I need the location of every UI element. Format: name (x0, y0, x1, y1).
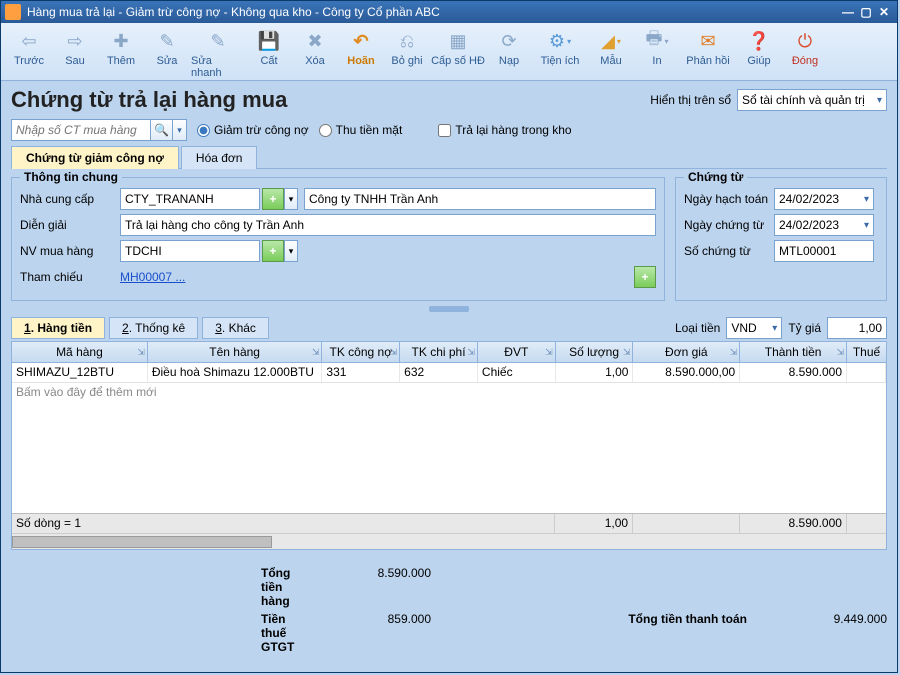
display-on-label: Hiển thị trên sổ (650, 93, 731, 107)
supplier-label: Nhà cung cấp (20, 192, 120, 206)
col-item-code[interactable]: Mã hàng⇲ (12, 342, 148, 362)
voucher-legend: Chứng từ (684, 170, 747, 184)
help-button[interactable]: ❓Giúp (737, 27, 781, 67)
doc-date-input[interactable]: 24/02/2023 (774, 214, 874, 236)
voucher-num-input[interactable] (774, 240, 874, 262)
tab-invoice[interactable]: Hóa đơn (181, 146, 258, 169)
description-input[interactable] (120, 214, 656, 236)
voucher-search-input[interactable] (11, 119, 151, 141)
supplier-name-input[interactable] (304, 188, 656, 210)
grid-body[interactable]: SHIMAZU_12BTU Điều hoà Shimazu 12.000BTU… (12, 363, 886, 513)
buyer-input[interactable] (120, 240, 260, 262)
toolbar: ⇦Trước ⇨Sau ✚Thêm ✎Sửa ✎Sửa nhanh 💾Cất ✖… (1, 23, 897, 81)
edit-button[interactable]: ✎Sửa (145, 27, 189, 67)
items-grid: Mã hàng⇲ Tên hàng⇲ TK công nợ⇲ TK chi ph… (11, 341, 887, 550)
col-amount[interactable]: Thành tiền⇲ (740, 342, 847, 362)
assign-number-button[interactable]: ▦Cấp số HĐ (431, 27, 485, 67)
radio-offset-debt[interactable]: Giảm trừ công nợ (197, 123, 309, 137)
general-info-group: Thông tin chung Nhà cung cấp + ▾ Diễn gi… (11, 177, 665, 301)
pay-total-value: 9.449.000 (777, 612, 887, 654)
quick-edit-button[interactable]: ✎Sửa nhanh (191, 27, 245, 79)
col-price[interactable]: Đơn giá⇲ (633, 342, 740, 362)
goods-total-value: 8.590.000 (291, 566, 431, 608)
grid-hscroll[interactable] (12, 533, 886, 549)
buyer-label: NV mua hàng (20, 244, 120, 258)
unpost-button[interactable]: ⎌Bỏ ghi (385, 27, 429, 67)
col-cost-acc[interactable]: TK chi phí⇲ (400, 342, 478, 362)
totals-section: Tổng tiền hàng 8.590.000 Tiền thuế GTGT … (11, 564, 887, 656)
supplier-code-input[interactable] (120, 188, 260, 210)
app-window: Hàng mua trả lại - Giảm trừ công nợ - Kh… (0, 0, 898, 673)
grid-header: Mã hàng⇲ Tên hàng⇲ TK công nợ⇲ TK chi ph… (12, 342, 886, 363)
print-button[interactable]: 🖶▾In (635, 27, 679, 67)
vat-total-value: 859.000 (291, 612, 431, 654)
titlebar: Hàng mua trả lại - Giảm trừ công nợ - Kh… (1, 1, 897, 23)
main-tabbar: Chứng từ giảm công nợ Hóa đơn (11, 145, 887, 169)
maximize-button[interactable]: ▢ (857, 5, 875, 19)
col-qty[interactable]: Số lượng⇲ (556, 342, 634, 362)
content-area: Chứng từ trả lại hàng mua Hiển thị trên … (1, 81, 897, 672)
row-count: Số dòng = 1 (12, 514, 555, 533)
ref-label: Tham chiếu (20, 270, 120, 284)
search-dropdown[interactable]: ▾ (173, 119, 187, 141)
doc-date-label: Ngày chứng từ (684, 218, 774, 232)
display-on-combo[interactable]: Sổ tài chính và quản trị (737, 89, 887, 111)
grid-row[interactable]: SHIMAZU_12BTU Điều hoà Shimazu 12.000BTU… (12, 363, 886, 383)
splitter[interactable] (11, 305, 887, 313)
col-debt-acc[interactable]: TK công nợ⇲ (322, 342, 400, 362)
supplier-dropdown[interactable]: ▾ (284, 188, 298, 210)
utilities-button[interactable]: ⚙▾Tiện ích (533, 27, 587, 67)
delete-button[interactable]: ✖Xóa (293, 27, 337, 67)
general-legend: Thông tin chung (20, 170, 122, 184)
tab-debt-voucher[interactable]: Chứng từ giảm công nợ (11, 146, 179, 169)
add-supplier-button[interactable]: + (262, 188, 284, 210)
nav-next-button[interactable]: ⇨Sau (53, 27, 97, 67)
goods-total-label: Tổng tiền hàng (11, 566, 291, 608)
check-return-stock[interactable]: Trả lại hàng trong kho (438, 123, 571, 137)
minimize-button[interactable]: — (839, 5, 857, 19)
radio-cash[interactable]: Thu tiền mặt (319, 123, 403, 137)
add-buyer-button[interactable]: + (262, 240, 284, 262)
desc-label: Diễn giải (20, 218, 120, 232)
currency-label: Loại tiền (675, 321, 720, 335)
close-button[interactable]: ✕ (875, 5, 893, 19)
acc-date-input[interactable]: 24/02/2023 (774, 188, 874, 210)
template-button[interactable]: ◢▾Mẫu (589, 27, 633, 67)
nav-prev-button[interactable]: ⇦Trước (7, 27, 51, 67)
add-button[interactable]: ✚Thêm (99, 27, 143, 67)
subtab-stats[interactable]: 2. Thống kê (109, 317, 198, 339)
pay-total-label: Tổng tiền thanh toán (431, 612, 777, 654)
window-title: Hàng mua trả lại - Giảm trừ công nợ - Kh… (27, 5, 839, 19)
col-unit[interactable]: ĐVT⇲ (478, 342, 556, 362)
col-item-name[interactable]: Tên hàng⇲ (148, 342, 323, 362)
acc-date-label: Ngày hạch toán (684, 192, 774, 206)
save-button[interactable]: 💾Cất (247, 27, 291, 67)
rate-label: Tỷ giá (788, 321, 821, 335)
subtab-items[interactable]: 1. Hàng tiền (11, 317, 105, 339)
voucher-search: 🔍 ▾ (11, 119, 187, 141)
grid-summary: Số dòng = 1 1,00 8.590.000 (12, 513, 886, 533)
subtab-other[interactable]: 3. Khác (202, 317, 269, 339)
vat-total-label: Tiền thuế GTGT (11, 612, 291, 654)
currency-combo[interactable]: VND (726, 317, 782, 339)
voucher-num-label: Số chứng từ (684, 244, 774, 258)
undo-button[interactable]: ↶Hoãn (339, 27, 383, 67)
buyer-dropdown[interactable]: ▾ (284, 240, 298, 262)
ref-link[interactable]: MH00007 ... (120, 270, 632, 284)
rate-input[interactable] (827, 317, 887, 339)
search-icon[interactable]: 🔍 (151, 119, 173, 141)
col-tax[interactable]: Thuế (847, 342, 886, 362)
reload-button[interactable]: ⟳Nạp (487, 27, 531, 67)
page-title: Chứng từ trả lại hàng mua (11, 87, 650, 113)
app-icon (5, 4, 21, 20)
feedback-button[interactable]: ✉Phản hồi (681, 27, 735, 67)
exit-button[interactable]: ⏻Đóng (783, 27, 827, 67)
voucher-group: Chứng từ Ngày hạch toán 24/02/2023 Ngày … (675, 177, 887, 301)
grid-add-row[interactable]: Bấm vào đây để thêm mới (12, 383, 886, 401)
add-ref-button[interactable]: + (634, 266, 656, 288)
